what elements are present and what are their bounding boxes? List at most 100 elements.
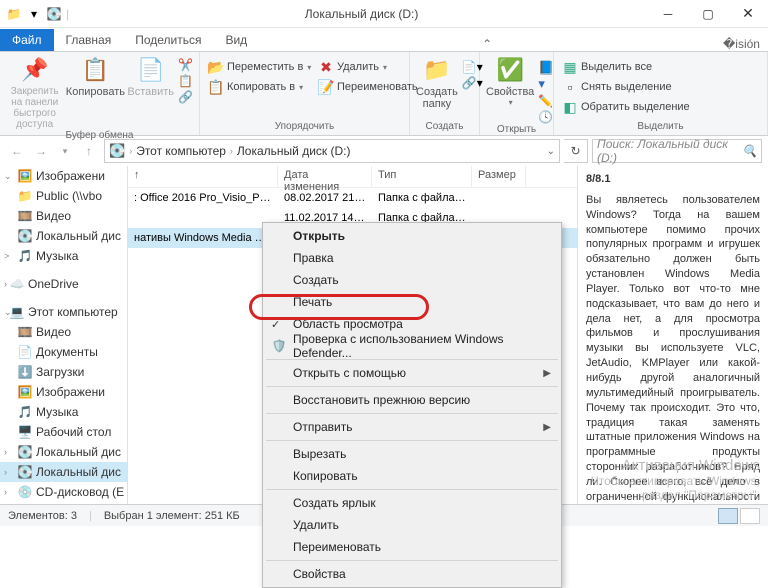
address-bar[interactable]: 💽 › Этот компьютер › Локальный диск (D:)… [104,139,560,163]
ctx-send-to[interactable]: Отправить▶ [265,416,559,438]
nav-item: 🎞️Видео [0,206,127,226]
nav-item: 📄Документы [0,342,127,362]
ctx-defender[interactable]: 🛡️Проверка с использованием Windows Defe… [265,335,559,357]
video-icon: 🎞️ [18,325,32,339]
ribbon-tabs: Файл Главная Поделиться Вид ⌃ �isión [0,28,768,52]
list-item[interactable]: : Office 2016 Pro_Visio_Project08.02.201… [128,188,577,208]
rename-button[interactable]: 📝Переименовать [316,78,420,96]
ctx-restore[interactable]: Восстановить прежнюю версию [265,389,559,411]
titlebar: 📁 ▾ 💽 | Локальный диск (D:) ─ ▢ ✕ [0,0,768,28]
tab-share[interactable]: Поделиться [123,29,213,51]
ctx-shortcut[interactable]: Создать ярлык [265,492,559,514]
paste-button[interactable]: 📄 Вставить [127,54,174,130]
new-folder-icon: 📁 [423,56,451,84]
drive-icon: 💽 [109,143,125,159]
music-icon: 🎵 [18,249,32,263]
copy-to-icon: 📋 [208,79,224,95]
invert-icon: ◧ [562,99,578,115]
nav-item: 🎵Музыка [0,402,127,422]
shield-icon: 🛡️ [271,338,287,354]
nav-item: ›💿CD-дисковод (E [0,482,127,502]
ctx-cut[interactable]: Вырезать [265,443,559,465]
paste-shortcut-icon[interactable]: 🔗 [178,90,193,104]
new-folder-button[interactable]: 📁Создать папку [416,54,458,110]
select-all-button[interactable]: ▦Выделить все [560,58,761,76]
breadcrumb-item[interactable]: Локальный диск (D:) [237,144,351,158]
open-icon[interactable]: 📘▾ [538,60,554,92]
address-row: ← → ▾ ↑ 💽 › Этот компьютер › Локальный д… [0,136,768,166]
nav-item: ⌄🖼️Изображени [0,166,127,186]
select-none-button[interactable]: ▫Снять выделение [560,78,761,96]
back-button[interactable]: ← [6,140,28,162]
nav-item: ⬇️Загрузки [0,362,127,382]
ribbon-group-caption: Открыть [486,124,547,137]
ctx-print[interactable]: Печать [265,291,559,313]
properties-icon: ✅ [496,56,524,84]
forward-button[interactable]: → [30,140,52,162]
ctx-props[interactable]: Свойства [265,563,559,585]
nav-onedrive[interactable]: ›☁️OneDrive [0,274,127,294]
drive-icon: 💽 [46,6,62,22]
cut-icon[interactable]: ✂️ [178,58,193,72]
video-icon: 🎞️ [18,209,32,223]
nav-tree[interactable]: ⌄🖼️Изображени 📁Public (\\vbo 🎞️Видео 💽Ло… [0,166,128,504]
recent-button[interactable]: ▾ [54,140,76,162]
music-icon: 🎵 [18,405,32,419]
icons-view-button[interactable] [740,508,760,524]
ctx-rename[interactable]: Переименовать [265,536,559,558]
up-button[interactable]: ↑ [78,140,100,162]
maximize-button[interactable]: ▢ [688,0,728,28]
quick-access-toolbar: 📁 ▾ 💽 | [0,6,75,22]
tab-file[interactable]: Файл [0,29,54,51]
help-icon[interactable]: �isión [715,37,768,51]
ctx-create[interactable]: Создать [265,269,559,291]
refresh-button[interactable]: ↻ [564,139,588,163]
pin-icon: 📌 [21,56,49,84]
history-icon[interactable]: 🕓 [538,110,554,124]
properties-button[interactable]: ✅Свойства▾ [486,54,534,124]
details-view-button[interactable] [718,508,738,524]
invert-selection-button[interactable]: ◧Обратить выделение [560,98,761,116]
ribbon-group-caption: Упорядочить [206,121,403,134]
status-selection: Выбран 1 элемент: 251 КБ [104,510,240,522]
pictures-icon: 🖼️ [18,385,32,399]
col-type: Тип [372,166,472,187]
dropdown-icon[interactable]: ▾ [26,6,42,22]
edit-icon[interactable]: ✏️ [538,94,554,108]
nav-thispc[interactable]: ⌄💻Этот компьютер [0,302,127,322]
view-switcher[interactable] [718,508,760,524]
collapse-ribbon-icon[interactable]: ⌃ [474,37,500,51]
address-dropdown-icon[interactable]: ⌄ [547,146,555,157]
move-icon: 📂 [208,59,224,75]
nav-item: 🖥️Рабочий стол [0,422,127,442]
folder-icon: 📁 [18,189,32,203]
preview-pane: 8/8.1 Вы являетесь пользователем Windows… [578,166,768,504]
rename-icon: 📝 [318,79,334,95]
nav-item: >🎵Музыка [0,246,127,266]
tab-home[interactable]: Главная [54,29,124,51]
drive-icon: 💽 [18,229,32,243]
select-none-icon: ▫ [562,79,578,95]
folder-icon: 📁 [6,6,22,22]
search-input[interactable]: Поиск: Локальный диск (D:) 🔍 [592,139,762,163]
copy-icon: 📋 [81,56,109,84]
close-button[interactable]: ✕ [728,0,768,28]
pin-button[interactable]: 📌 Закрепить на панели быстрого доступа [6,54,63,130]
nav-item: 🎞️Видео [0,322,127,342]
nav-item: 📁Public (\\vbo [0,186,127,206]
copy-button[interactable]: 📋 Копировать [67,54,123,130]
delete-button[interactable]: ✖Удалить▾ [316,58,420,76]
ctx-open-with[interactable]: Открыть с помощью▶ [265,362,559,384]
breadcrumb-item[interactable]: Этот компьютер [136,144,226,158]
ctx-delete[interactable]: Удалить [265,514,559,536]
ctx-open[interactable]: Открыть [265,225,559,247]
column-headers[interactable]: ↑ Дата изменения Тип Размер [128,166,577,188]
window-title: Локальный диск (D:) [75,7,648,21]
nav-item: ›💽Локальный дис [0,442,127,462]
copy-path-icon[interactable]: 📋 [178,74,193,88]
ctx-edit[interactable]: Правка [265,247,559,269]
nav-item: 💽Локальный дис [0,226,127,246]
minimize-button[interactable]: ─ [648,0,688,28]
ctx-copy[interactable]: Копировать [265,465,559,487]
tab-view[interactable]: Вид [213,29,259,51]
